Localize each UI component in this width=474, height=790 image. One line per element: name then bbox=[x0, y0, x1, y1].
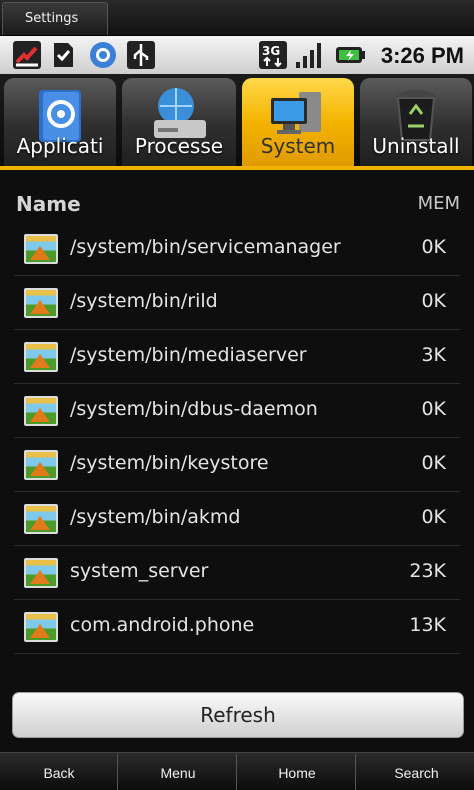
missed-call-icon bbox=[13, 41, 41, 69]
process-mem: 23K bbox=[409, 560, 446, 582]
svg-text:3G: 3G bbox=[262, 44, 280, 58]
process-icon bbox=[24, 450, 58, 480]
sync-icon bbox=[90, 42, 116, 68]
tab-label: Uninstall bbox=[372, 134, 460, 158]
window-title-bar: Settings bbox=[0, 0, 474, 36]
process-name: com.android.phone bbox=[70, 614, 255, 636]
tab-label: System bbox=[260, 134, 336, 158]
home-button[interactable]: Home bbox=[239, 754, 356, 790]
process-name: /system/bin/dbus-daemon bbox=[70, 398, 318, 420]
3g-icon: 3G bbox=[259, 41, 287, 69]
process-name: system_server bbox=[70, 560, 209, 582]
process-name: /system/bin/akmd bbox=[70, 506, 241, 528]
process-row[interactable]: /system/bin/servicemanager 0K bbox=[14, 222, 460, 276]
tab-uninstall[interactable]: Uninstall bbox=[360, 78, 472, 166]
process-icon bbox=[24, 288, 58, 318]
process-name: /system/bin/keystore bbox=[70, 452, 269, 474]
tab-underline bbox=[0, 166, 474, 170]
process-mem: 13K bbox=[409, 614, 446, 636]
process-icon bbox=[24, 234, 58, 264]
tab-system[interactable]: System bbox=[242, 78, 354, 166]
process-mem: 3K bbox=[421, 344, 446, 366]
list-header: Name MEM bbox=[0, 182, 474, 224]
tab-row: Applicati Processe System Uninstall bbox=[0, 74, 474, 168]
signal-icon bbox=[296, 43, 321, 68]
bottom-nav-bar: Back Menu Home Search bbox=[0, 752, 474, 790]
sd-card-icon bbox=[54, 43, 73, 67]
process-icon bbox=[24, 504, 58, 534]
process-name: /system/bin/rild bbox=[70, 290, 218, 312]
tab-processes[interactable]: Processe bbox=[122, 78, 236, 166]
process-list: /system/bin/servicemanager 0K /system/bi… bbox=[14, 222, 460, 654]
battery-icon bbox=[336, 47, 365, 63]
menu-button[interactable]: Menu bbox=[120, 754, 237, 790]
refresh-button[interactable]: Refresh bbox=[12, 692, 464, 738]
process-row[interactable]: /system/bin/keystore 0K bbox=[14, 438, 460, 492]
process-row[interactable]: com.android.phone 13K bbox=[14, 600, 460, 654]
process-mem: 0K bbox=[421, 506, 446, 528]
back-button[interactable]: Back bbox=[1, 754, 118, 790]
tab-label: Processe bbox=[134, 134, 224, 158]
process-row[interactable]: /system/bin/akmd 0K bbox=[14, 492, 460, 546]
tab-applications[interactable]: Applicati bbox=[4, 78, 116, 166]
search-button[interactable]: Search bbox=[358, 754, 474, 790]
process-icon bbox=[24, 612, 58, 642]
process-row[interactable]: /system/bin/mediaserver 3K bbox=[14, 330, 460, 384]
process-icon bbox=[24, 396, 58, 426]
usb-icon bbox=[127, 41, 155, 69]
status-time: 3:26 PM bbox=[380, 43, 464, 68]
process-mem: 0K bbox=[421, 290, 446, 312]
process-mem: 0K bbox=[421, 398, 446, 420]
process-mem: 0K bbox=[421, 452, 446, 474]
tab-label: Applicati bbox=[16, 134, 104, 158]
settings-window-tab[interactable]: Settings bbox=[2, 2, 108, 35]
status-bar: 3G 3:26 PM bbox=[0, 36, 474, 74]
process-name: /system/bin/servicemanager bbox=[70, 236, 341, 258]
process-row[interactable]: system_server 23K bbox=[14, 546, 460, 600]
process-mem: 0K bbox=[421, 236, 446, 258]
column-header-name[interactable]: Name bbox=[16, 192, 81, 216]
process-row[interactable]: /system/bin/rild 0K bbox=[14, 276, 460, 330]
column-header-mem[interactable]: MEM bbox=[418, 193, 460, 214]
process-icon bbox=[24, 558, 58, 588]
process-name: /system/bin/mediaserver bbox=[70, 344, 307, 366]
process-row[interactable]: /system/bin/dbus-daemon 0K bbox=[14, 384, 460, 438]
process-icon bbox=[24, 342, 58, 372]
